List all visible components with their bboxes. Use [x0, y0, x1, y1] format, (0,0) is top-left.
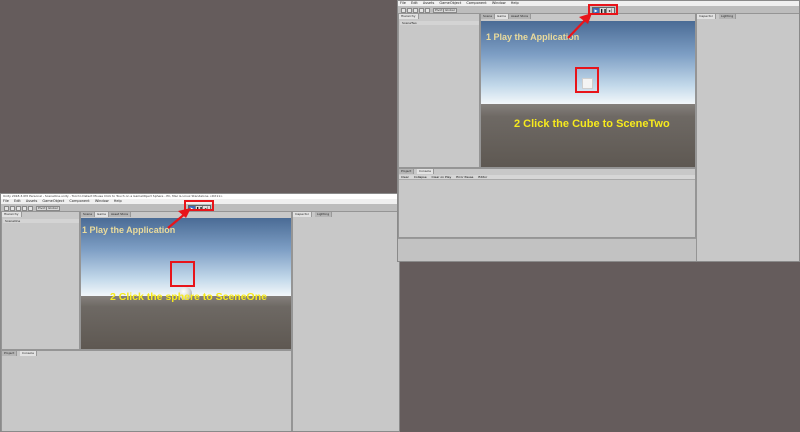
arrowhead-right	[579, 13, 592, 24]
annotation-arrows	[167, 13, 592, 229]
arrowhead-left	[178, 208, 191, 218]
